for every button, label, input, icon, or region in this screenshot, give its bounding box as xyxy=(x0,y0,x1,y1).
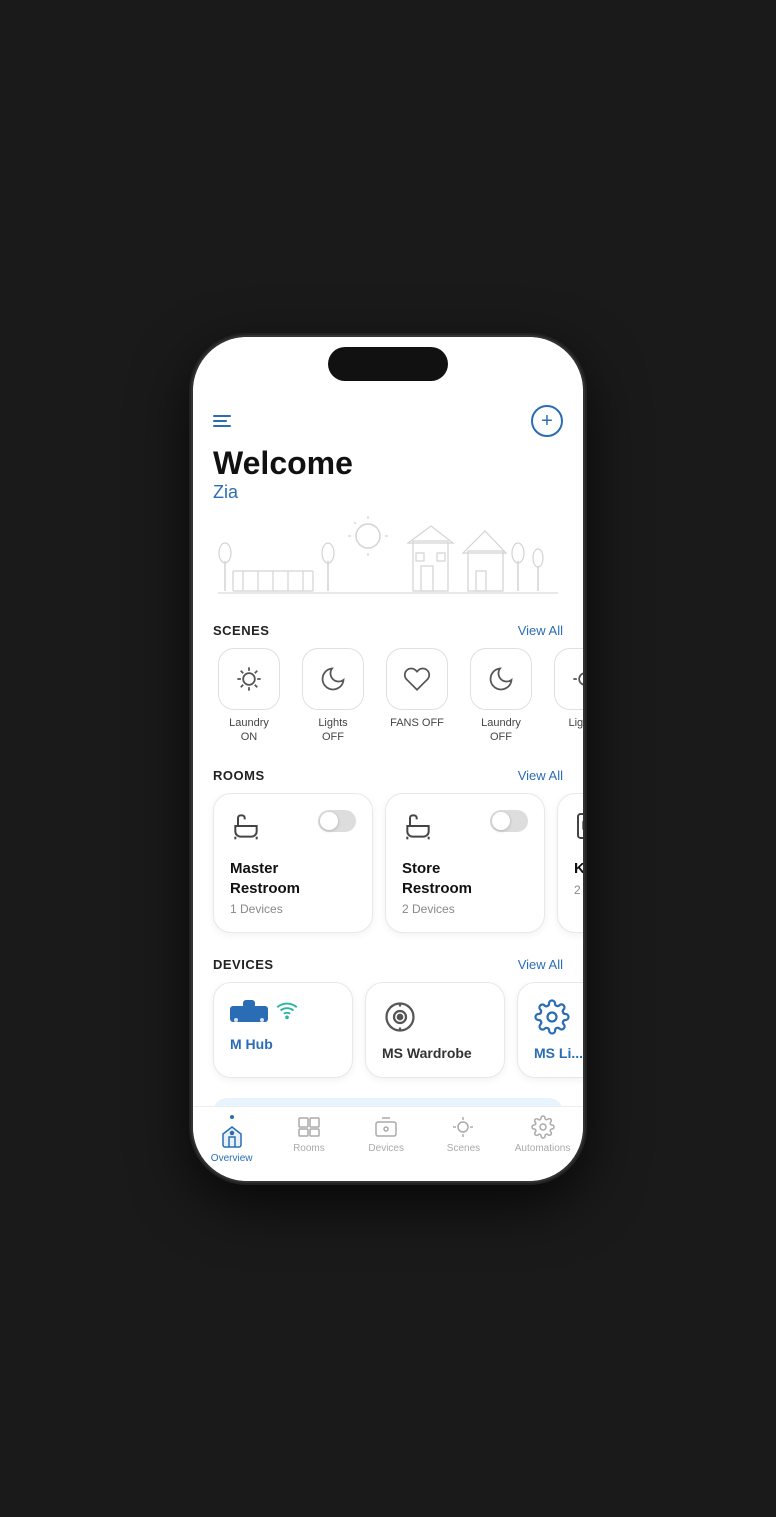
scenes-view-all[interactable]: View All xyxy=(518,623,563,638)
scenes-icon xyxy=(451,1116,475,1140)
nav-devices[interactable]: Devices xyxy=(360,1116,412,1165)
store-restroom-name: StoreRestroom xyxy=(402,859,528,898)
scene-label-lights-off: LightsOFF xyxy=(318,716,347,745)
room-store-restroom[interactable]: StoreRestroom 2 Devices xyxy=(385,793,545,933)
scene-label-fans-off: FANS OFF xyxy=(390,716,444,730)
welcome-section: Welcome Zia xyxy=(193,445,583,511)
scene-label-lights2: Light... xyxy=(568,716,583,730)
moon2-icon xyxy=(487,665,515,693)
menu-button[interactable] xyxy=(213,415,231,427)
device-ms-living[interactable]: MS Li... xyxy=(517,982,583,1078)
scene-item-fans-off[interactable]: FANS OFF xyxy=(381,648,453,745)
kitchen-name: Kitche... xyxy=(574,859,583,879)
house-illustration xyxy=(193,511,583,611)
scene-icon-laundry-off[interactable] xyxy=(470,648,532,710)
automations-icon xyxy=(531,1116,555,1140)
kitchen-devices: 2 Dev... xyxy=(574,883,583,897)
heart-icon xyxy=(403,665,431,693)
add-button[interactable]: + xyxy=(531,405,563,437)
store-restroom-devices: 2 Devices xyxy=(402,902,528,916)
scene-item-laundry-off[interactable]: LaundryOFF xyxy=(465,648,537,745)
welcome-title: Welcome xyxy=(213,445,563,482)
nav-scenes-label: Scenes xyxy=(447,1144,480,1155)
sun-icon xyxy=(235,665,263,693)
dynamic-island xyxy=(328,347,448,381)
rooms-title: ROOMS xyxy=(213,768,265,783)
nav-overview-label: Overview xyxy=(211,1154,253,1165)
nav-rooms[interactable]: Rooms xyxy=(283,1116,335,1165)
wifi-signal-icon xyxy=(276,999,298,1026)
rooms-list: MasterRestroom 1 Devices xyxy=(193,793,583,945)
sun2-icon xyxy=(571,665,583,693)
devices-section-header: DEVICES View All xyxy=(193,945,583,982)
devices-title: DEVICES xyxy=(213,957,274,972)
nav-devices-label: Devices xyxy=(368,1144,404,1155)
device-m-hub[interactable]: M Hub xyxy=(213,982,353,1078)
device-ms-wardrobe[interactable]: MS Wardrobe xyxy=(365,982,505,1078)
master-restroom-devices: 1 Devices xyxy=(230,902,356,916)
scene-icon-laundry-on[interactable] xyxy=(218,648,280,710)
scene-item-lights-off[interactable]: LightsOFF xyxy=(297,648,369,745)
ms-wardrobe-name: MS Wardrobe xyxy=(382,1045,488,1061)
room-kitchen[interactable]: Kitche... 2 Dev... xyxy=(557,793,583,933)
devices-list: M Hub MS Wardrobe xyxy=(193,982,583,1090)
scene-item-lights2[interactable]: Light... xyxy=(549,648,583,745)
room-master-restroom[interactable]: MasterRestroom 1 Devices xyxy=(213,793,373,933)
hub-device-icon xyxy=(230,1000,268,1026)
oven-icon xyxy=(574,810,583,847)
devices-icon xyxy=(374,1116,398,1140)
nav-rooms-label: Rooms xyxy=(293,1144,325,1155)
devices-view-all[interactable]: View All xyxy=(518,957,563,972)
scenes-section-header: SCENES View All xyxy=(193,611,583,648)
scene-icon-lights-off[interactable] xyxy=(302,648,364,710)
ms-living-name: MS Li... xyxy=(534,1045,583,1061)
nav-scenes[interactable]: Scenes xyxy=(437,1116,489,1165)
scene-label-laundry-on: LaundryON xyxy=(229,716,269,745)
master-restroom-toggle[interactable] xyxy=(318,810,356,832)
moon-icon xyxy=(319,665,347,693)
nav-automations[interactable]: Automations xyxy=(515,1116,571,1165)
rooms-view-all[interactable]: View All xyxy=(518,768,563,783)
scenes-list: LaundryON LightsOFF xyxy=(193,648,583,757)
home-icon xyxy=(220,1126,244,1150)
scene-item-laundry-on[interactable]: LaundryON xyxy=(213,648,285,745)
app-header: + xyxy=(193,389,583,445)
bathtub2-icon xyxy=(402,810,434,847)
nav-overview[interactable]: Overview xyxy=(206,1116,258,1165)
store-restroom-toggle[interactable] xyxy=(490,810,528,832)
bottom-navigation: Overview Rooms xyxy=(193,1107,583,1181)
user-name: Zia xyxy=(213,482,563,503)
camera-device-icon xyxy=(382,999,418,1035)
master-restroom-name: MasterRestroom xyxy=(230,859,356,898)
nav-automations-label: Automations xyxy=(515,1144,571,1155)
scene-icon-lights2[interactable] xyxy=(554,648,583,710)
nav-active-indicator xyxy=(230,1116,234,1120)
scene-label-laundry-off: LaundryOFF xyxy=(481,716,521,745)
rooms-icon xyxy=(297,1116,321,1140)
scene-icon-fans-off[interactable] xyxy=(386,648,448,710)
rooms-section-header: ROOMS View All xyxy=(193,756,583,793)
gear-device-icon xyxy=(534,999,570,1035)
bathtub-icon xyxy=(230,810,262,847)
scenes-title: SCENES xyxy=(213,623,269,638)
m-hub-name: M Hub xyxy=(230,1036,336,1052)
